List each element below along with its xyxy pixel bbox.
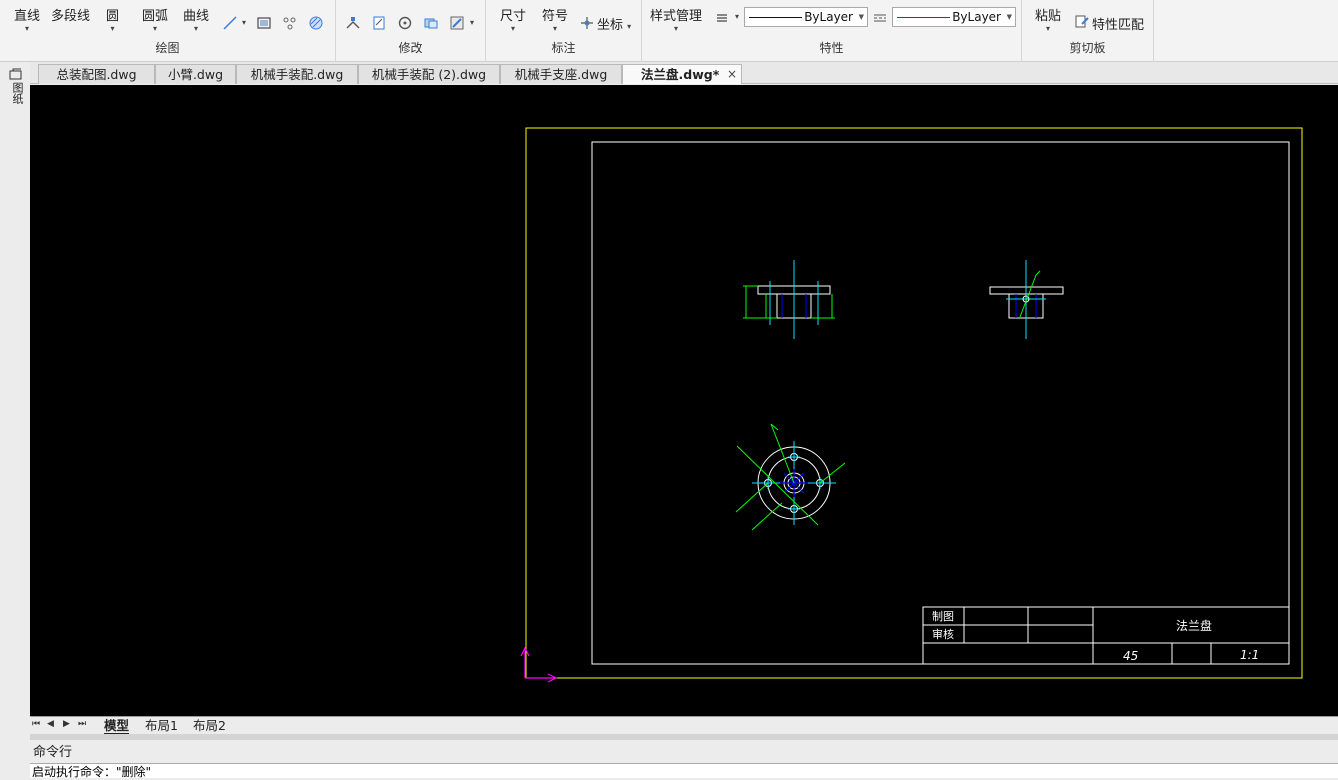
command-last-line: 启动执行命令："删除": [32, 765, 152, 779]
title-block-part-name: 法兰盘: [1176, 618, 1212, 633]
line-segment-icon[interactable]: [222, 15, 238, 31]
sheet-border: [525, 127, 1303, 679]
front-view: [743, 260, 835, 339]
copy-objects-icon[interactable]: [423, 15, 439, 31]
draw-group: ▾ 直线 ▾ 多段线 圆 ▾ 圆弧 ▾ 曲线 ▾ ▾ 绘图: [0, 0, 336, 62]
match-properties-icon: [1075, 15, 1089, 28]
chevron-down-icon: ▾: [242, 18, 247, 27]
polyline-button[interactable]: 多段线: [51, 5, 90, 24]
tab-robot-assembly-2[interactable]: 机械手装配 (2).dwg: [358, 64, 500, 84]
command-window-title: 命令行: [33, 745, 73, 760]
coordinate-button[interactable]: 坐标 ▾: [597, 14, 631, 33]
sheet-panel-label[interactable]: 图纸: [9, 82, 24, 104]
match-properties-button[interactable]: 特性匹配: [1092, 14, 1144, 33]
chevron-down-icon: ▾: [194, 24, 199, 33]
hatch-icon[interactable]: [308, 15, 324, 31]
title-block-material: 45: [1123, 649, 1138, 663]
dimension-button[interactable]: 尺寸 ▾: [500, 5, 526, 33]
tab-assembly[interactable]: 总装配图.dwg: [38, 64, 155, 84]
chevron-down-icon: ▾: [735, 12, 740, 21]
chevron-down-icon: ▾: [674, 24, 679, 33]
chevron-down-icon: ▾: [14, 0, 19, 2]
prev-layout-icon[interactable]: ◀: [47, 719, 54, 729]
drawing-canvas[interactable]: 制图 审核 法兰盘 45 1:1: [30, 85, 1338, 716]
curve-button[interactable]: 曲线 ▾: [183, 5, 209, 33]
command-splitter[interactable]: [30, 734, 1338, 740]
top-view: [735, 423, 846, 531]
close-icon[interactable]: ×: [727, 65, 737, 84]
document-tab-bar: 总装配图.dwg 小臂.dwg 机械手装配.dwg 机械手装配 (2).dwg …: [30, 62, 1338, 84]
chevron-down-icon: ▾: [1046, 24, 1051, 33]
tab-layout-2[interactable]: 布局2: [193, 718, 226, 734]
chevron-down-icon: ▾: [553, 24, 558, 33]
scale-icon[interactable]: [371, 15, 387, 31]
points-icon[interactable]: [282, 15, 298, 31]
chevron-down-icon: ▾: [153, 24, 158, 33]
rotate-icon[interactable]: [397, 15, 413, 31]
lineweight-icon[interactable]: [714, 10, 730, 26]
title-block-drawn: 制图: [932, 610, 954, 623]
clipboard-group-label: 剪切板: [1069, 41, 1106, 55]
left-panel-strip: 图纸: [0, 62, 30, 716]
linetype-preview: [749, 17, 809, 18]
last-layout-icon[interactable]: ⏭: [78, 719, 86, 729]
tab-layout-1[interactable]: 布局1: [145, 718, 178, 734]
modify-group-label: 修改: [398, 41, 423, 55]
drawing-frame: [591, 141, 1290, 665]
tab-forearm[interactable]: 小臂.dwg: [155, 64, 236, 84]
array-icon[interactable]: [449, 15, 465, 31]
circle-button[interactable]: 圆 ▾: [106, 5, 119, 33]
symbol-button[interactable]: 符号 ▾: [542, 5, 568, 33]
style-manager-button[interactable]: 样式管理 ▾: [650, 5, 702, 33]
color-select[interactable]: ByLayer ▼: [892, 7, 1016, 27]
draw-group-label: 绘图: [155, 41, 180, 55]
paste-button[interactable]: 粘贴 ▾: [1035, 5, 1061, 33]
line-button[interactable]: 直线 ▾: [14, 5, 40, 33]
coordinate-icon: [581, 17, 593, 29]
clipboard-group: 粘贴 ▾ 特性匹配 剪切板: [1022, 0, 1154, 62]
chevron-down-icon: ▾: [25, 24, 30, 33]
first-layout-icon[interactable]: ⏮: [32, 719, 40, 729]
linetype-icon[interactable]: [872, 10, 888, 26]
title-block-checked: 审核: [932, 627, 954, 641]
annotate-group: 尺寸 ▾ 符号 ▾ 坐标 ▾ 标注: [486, 0, 642, 62]
chevron-down-icon: ▾: [627, 22, 632, 31]
rectangle-icon[interactable]: [256, 15, 272, 31]
chevron-down-icon: ▼: [858, 13, 864, 21]
chevron-down-icon: ▾: [511, 24, 516, 33]
chevron-down-icon: ▾: [470, 18, 475, 27]
stretch-icon[interactable]: [345, 15, 361, 31]
ribbon: ▾ 直线 ▾ 多段线 圆 ▾ 圆弧 ▾ 曲线 ▾ ▾ 绘图: [0, 0, 1338, 62]
arc-button[interactable]: 圆弧 ▾: [142, 5, 168, 33]
command-history[interactable]: 启动执行命令："删除": [30, 763, 1338, 779]
panel-pin-icon[interactable]: [9, 68, 23, 80]
annotate-group-label: 标注: [551, 41, 576, 55]
linetype-select[interactable]: ByLayer ▼: [744, 7, 868, 27]
tab-flange[interactable]: 法兰盘.dwg* ×: [622, 64, 742, 84]
properties-group: 样式管理 ▾ ▾ ByLayer ▼ ByLayer ▼ 特性: [642, 0, 1022, 62]
layout-tab-bar: ⏮ ◀ ▶ ⏭ 模型 布局1 布局2: [30, 716, 1338, 734]
chevron-down-icon: ▼: [1006, 13, 1012, 21]
next-layout-icon[interactable]: ▶: [63, 719, 70, 729]
title-block-scale: 1:1: [1240, 648, 1259, 662]
properties-group-label: 特性: [819, 41, 844, 55]
title-block: [922, 606, 1290, 665]
side-view: [989, 260, 1064, 339]
tab-robot-base[interactable]: 机械手支座.dwg: [500, 64, 622, 84]
drawing-svg: 制图 审核 法兰盘 45 1:1: [520, 127, 1303, 683]
tab-robot-assembly[interactable]: 机械手装配.dwg: [236, 64, 358, 84]
tab-model[interactable]: 模型: [104, 718, 130, 734]
chevron-down-icon: ▾: [110, 24, 115, 33]
modify-group: ▾ 修改: [336, 0, 486, 62]
